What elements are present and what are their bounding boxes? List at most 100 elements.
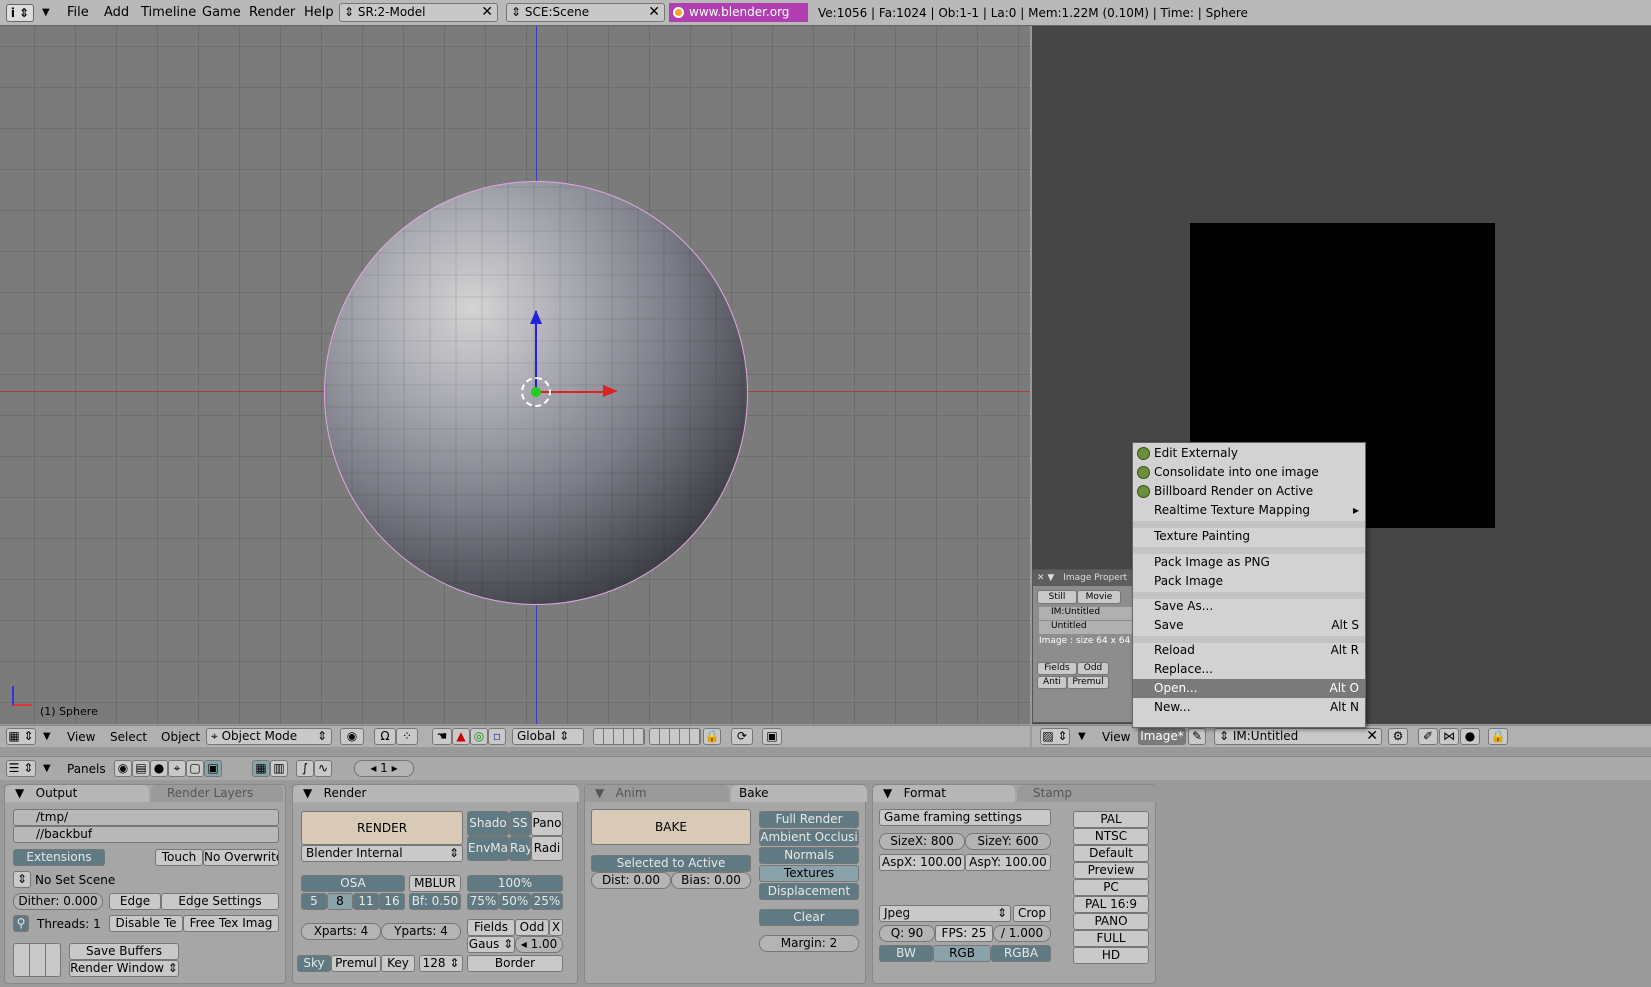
menu-image[interactable]: Image* [1138,728,1186,745]
fps-field[interactable]: FPS: 25 [935,925,993,942]
fields-button[interactable]: Fields [1037,662,1077,675]
menu-item-reload[interactable]: Reload Alt R [1133,641,1365,660]
menu-select[interactable]: Select [110,730,147,744]
script-context-icon[interactable]: ▤ [132,760,150,777]
preset-ntsc[interactable]: NTSC [1073,828,1149,845]
clear-toggle[interactable]: Clear [759,909,859,926]
image-name-dropdown[interactable]: ⇕ IM:Untitled ✕ [1214,728,1382,745]
editor-type-button[interactable]: ▦ ⇕ [6,728,36,745]
extensions-toggle[interactable]: Extensions [13,849,105,866]
disable-tex-toggle[interactable]: Disable Te [109,915,183,932]
texture-paint-icon[interactable]: ✐ [1418,728,1438,745]
object-context-icon[interactable]: ⌖ [168,760,186,777]
bake-ambient-occlusion[interactable]: Ambient Occlusi [759,829,859,846]
menu-item-save[interactable]: Save Alt S [1133,616,1365,635]
editor-type-button[interactable]: ▨ ⇕ [1040,728,1070,745]
fields-toggle[interactable]: Fields [467,919,515,936]
close-icon[interactable]: ✕ [481,4,493,20]
menu-view[interactable]: View [1102,730,1130,744]
premul-button[interactable]: Premul [1067,676,1109,689]
bake-textures[interactable]: Textures [759,865,859,882]
rotate-manipulator-icon[interactable]: ◎ [470,728,488,745]
anti-button[interactable]: Anti [1037,676,1067,689]
threads-toggle-icon[interactable]: ⚲ [13,915,29,932]
bake-normals[interactable]: Normals [759,847,859,864]
record-icon[interactable]: ● [1460,728,1480,745]
menu-item-consolidate[interactable]: Consolidate into one image [1133,463,1365,482]
filter-size-field[interactable]: ◂ 1.00 [515,936,563,953]
logic-context-icon[interactable]: ◉ [114,760,132,777]
preset-default[interactable]: Default [1073,845,1149,862]
menu-item-pack-png[interactable]: Pack Image as PNG [1133,553,1365,572]
size-25-button[interactable]: 25% [531,893,563,910]
menu-item-edit-externaly[interactable]: Edit Externaly [1133,444,1365,463]
osa-8-button[interactable]: 8 [327,893,353,910]
preset-pal[interactable]: PAL [1073,811,1149,828]
aspx-field[interactable]: AspX: 100.00 [879,854,965,871]
render-button[interactable]: RENDER [301,811,463,845]
mode-dropdown[interactable]: ⌖ Object Mode ⇕ [206,728,332,745]
snap-button[interactable]: ⁘ [396,728,418,745]
preset-pc[interactable]: PC [1073,879,1149,896]
tab-stamp[interactable]: Stamp [1017,785,1157,802]
edge-settings-button[interactable]: Edge Settings [161,893,279,910]
tab-format[interactable]: ▼ Format [873,785,1015,802]
anim-buttons-icon[interactable]: ▥ [270,760,288,777]
close-icon[interactable]: ✕ [1366,729,1378,744]
key-toggle[interactable]: Key [381,955,415,972]
ray-toggle[interactable]: Ray [509,836,531,861]
save-buffers-toggle[interactable]: Save Buffers [69,943,179,960]
editing-context-icon[interactable]: ▢ [186,760,204,777]
z-arrow-icon[interactable] [530,310,542,324]
dither-field[interactable]: Dither: 0.000 [13,893,103,910]
preset-pal-16-9[interactable]: PAL 16:9 [1073,896,1149,913]
backbuf-path-field[interactable]: //backbuf [13,826,279,843]
selected-to-active-toggle[interactable]: Selected to Active [591,855,751,872]
margin-field[interactable]: Margin: 2 [759,935,859,952]
filter-type-dropdown[interactable]: Gaus ⇕ [467,936,515,953]
file-type-dropdown[interactable]: Jpeg ⇕ [879,905,1011,922]
blur-factor-field[interactable]: Bf: 0.50 [409,893,461,910]
collapse-icon[interactable]: ▼ [43,731,51,742]
lock-icon[interactable]: 🔒 [1488,728,1508,745]
frame-number-field[interactable]: ◂ 1 ▸ [354,760,414,777]
editor-type-button[interactable]: ☰ ⇕ [6,760,36,777]
collapse-menu-icon[interactable]: ▼ [42,7,50,18]
menu-render[interactable]: Render [249,5,295,20]
draw-type-button[interactable]: ◉ [340,728,364,745]
info-window-icon[interactable]: i ⇕ [6,4,34,22]
menu-item-open[interactable]: Open... Alt O [1133,679,1365,698]
x-toggle[interactable]: X [549,919,563,936]
pano-toggle[interactable]: Pano [531,811,563,836]
scene-context-icon[interactable]: ▣ [204,760,222,777]
size-100-button[interactable]: 100% [467,875,563,892]
osa-toggle[interactable]: OSA [301,875,405,892]
translate-manipulator-icon[interactable]: ▲ [452,728,470,745]
tab-bake[interactable]: Bake [731,785,867,802]
set-scene-dropdown[interactable]: ⇕ [13,871,31,888]
uv-sync-icon[interactable]: ⋈ [1439,728,1459,745]
shading-context-icon[interactable]: ● [150,760,168,777]
close-icon[interactable]: ✕ [648,4,660,20]
panels-label[interactable]: Panels [67,762,106,776]
scale-manipulator-icon[interactable]: ▫ [488,728,506,745]
shadow-toggle[interactable]: Shado [467,811,509,836]
game-framing-button[interactable]: Game framing settings [879,809,1051,826]
threads-label[interactable]: Threads: 1 [37,917,101,931]
no-overwrite-toggle[interactable]: No Overwrite [203,849,279,866]
preset-pano[interactable]: PANO [1073,913,1149,930]
movie-button[interactable]: Movie [1077,590,1121,604]
sizey-field[interactable]: SizeY: 600 [965,833,1051,850]
paint-brush-icon[interactable]: ✎ [1188,728,1206,745]
lock-icon[interactable]: 🔒 [703,728,721,745]
fps-base-field[interactable]: / 1.000 [993,925,1051,942]
size-50-button[interactable]: 50% [499,893,531,910]
menu-item-billboard-render[interactable]: Billboard Render on Active [1133,482,1365,501]
yparts-field[interactable]: Yparts: 4 [381,923,461,940]
output-path-field[interactable]: /tmp/ [13,809,279,826]
render-grid-icon[interactable] [13,943,61,977]
radio-toggle[interactable]: Radi [531,836,563,861]
odd-button[interactable]: Odd [1077,662,1109,675]
3d-viewport[interactable]: (1) Sphere [0,26,1030,724]
envmap-toggle[interactable]: EnvMa [467,836,509,861]
